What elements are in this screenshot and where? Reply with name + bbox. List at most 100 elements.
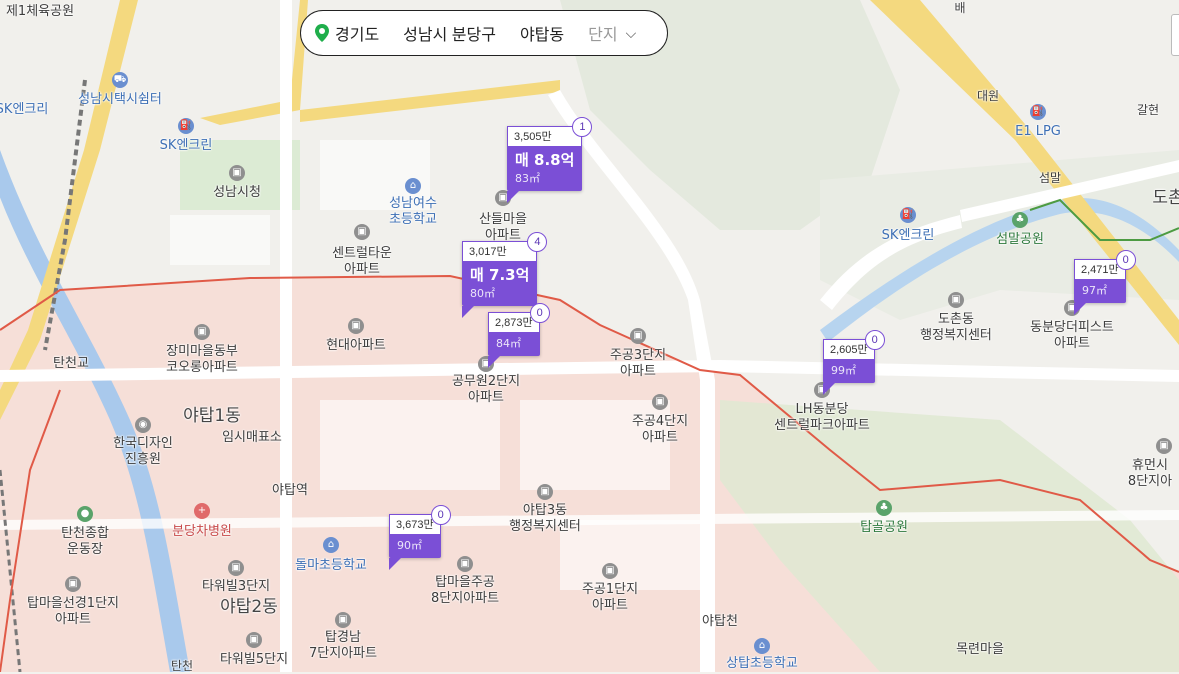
marker-sale-price: 매 7.3억 [470, 266, 530, 284]
marker-sale-price: 매 8.8억 [515, 151, 575, 169]
label-e1: E1 LPG [1015, 124, 1061, 139]
marker-area: 90㎡ [397, 539, 422, 552]
label-taxi-rest: 성남시택시쉼터 [78, 92, 162, 107]
marker-tail [823, 383, 835, 395]
marker-tail [507, 191, 519, 203]
label-seommal-park: 섬말공원 [996, 232, 1044, 247]
label-yatap1dong: 야탑1동 [183, 406, 241, 426]
label-yatap3: 야탑3동 행정복지센터 [509, 503, 581, 534]
marker-area: 97㎡ [1082, 284, 1107, 297]
gas-station-icon: ⛽ [900, 207, 916, 223]
breadcrumb-province[interactable]: 경기도 [335, 21, 379, 45]
marker-area: 99㎡ [831, 364, 856, 377]
breadcrumb: 경기도 성남시 분당구 야탑동 단지 ⌵ [300, 10, 668, 56]
breadcrumb-complex[interactable]: 단지 [588, 21, 617, 45]
label-sangtap-elem: 상탑초등학교 [726, 656, 798, 671]
marker-count: 0 [529, 303, 550, 323]
label-lh: LH동분당 센트럴파크아파트 [774, 402, 870, 433]
breadcrumb-dong[interactable]: 야탑동 [520, 21, 564, 45]
label-tower5: 타워빌5단지 [219, 652, 289, 667]
chevron-down-icon[interactable]: ⌵ [626, 25, 637, 42]
label-sk-gas-1: SK엔크리 [0, 102, 49, 117]
label-gongmuwon: 공무원2단지 아파트 [451, 374, 521, 405]
marker-count: 0 [430, 505, 451, 525]
office-icon: ▣ [537, 484, 553, 500]
park-icon: ♣ [1012, 212, 1028, 228]
label-jugong1: 주공1단지 아파트 [581, 582, 639, 613]
label-mokryeon: 목련마을 [956, 642, 1004, 657]
sports-icon: ● [77, 506, 93, 522]
marker-unit-price: 3,017만 [462, 241, 538, 261]
marker-area: 80㎡ [470, 287, 495, 300]
apartment-icon: ▣ [348, 318, 364, 334]
breadcrumb-city[interactable]: 성남시 분당구 [403, 21, 496, 45]
label-sk-gas-3: SK엔크린 [881, 228, 935, 243]
label-sandeul: 산들마을 아파트 [479, 212, 527, 243]
apartment-icon: ▣ [1156, 438, 1172, 454]
apartment-icon: ▣ [457, 556, 473, 572]
price-marker[interactable]: 2,873만 84㎡ 0 [488, 303, 550, 368]
label-dongbundang: 동분당더피스트 아파트 [1030, 320, 1114, 351]
label-central-town: 센트럴타운 아파트 [332, 246, 392, 277]
office-icon: ▣ [948, 292, 964, 308]
marker-tail [389, 558, 401, 570]
label-design: 한국디자인 진흥원 [113, 436, 173, 467]
label-yatapcheon: 야탑천 [702, 614, 738, 629]
marker-area: 83㎡ [515, 172, 540, 185]
price-marker[interactable]: 2,471만 97㎡ 0 [1074, 250, 1136, 315]
label-cityhall: 성남시청 [213, 185, 261, 200]
gas-station-icon: ⛽ [1030, 104, 1046, 120]
apartment-icon: ▣ [246, 632, 262, 648]
apartment-icon: ▣ [652, 394, 668, 410]
label-seommal: 섬말 [1038, 171, 1062, 185]
gas-station-icon: ⛽ [178, 118, 194, 134]
label-jugong8: 탑마을주공 8단지아파트 [430, 575, 500, 606]
label-jugong4: 주공4단지 아파트 [631, 414, 689, 445]
apartment-icon: ▣ [354, 224, 370, 240]
apartment-icon: ▣ [65, 576, 81, 592]
price-marker[interactable]: 3,673만 90㎡ 0 [389, 505, 451, 570]
label-terminal: 임시매표소 [222, 430, 282, 445]
label-yeosu-elem: 성남여수 초등학교 [389, 196, 437, 227]
label-tower3: 타워빌3단지 [201, 579, 271, 594]
price-marker[interactable]: 3,017만 매 7.3억 80㎡ 4 [462, 232, 548, 318]
label-hyundai: 현대아파트 [326, 338, 386, 353]
label-docheon: 도촌동 행정복지센터 [920, 312, 992, 343]
apartment-icon: ▣ [228, 560, 244, 576]
label-cha-hospital: 분당차병원 [172, 524, 232, 539]
school-icon: ⌂ [405, 178, 421, 194]
label-tapgyeong: 탑경남 7단지아파트 [308, 630, 378, 661]
map-side-button[interactable] [1171, 14, 1179, 56]
marker-tail [1074, 303, 1086, 315]
park-icon: ♣ [876, 500, 892, 516]
marker-count: 0 [1115, 250, 1136, 270]
school-icon: ⌂ [323, 537, 339, 553]
building-icon: ▣ [229, 165, 245, 181]
marker-tail [462, 306, 474, 318]
apartment-icon: ▣ [335, 612, 351, 628]
hospital-icon: + [194, 503, 210, 519]
label-daewon: 대원 [976, 89, 1000, 103]
marker-unit-price: 3,505만 [507, 126, 583, 146]
office-icon: ◉ [135, 417, 151, 433]
label-seongyeong1: 탑마을선경1단지 아파트 [27, 596, 119, 627]
label-tancheon-sports: 탄천종합 운동장 [61, 526, 109, 557]
label-tancheon-bridge: 탄천교 [53, 356, 89, 371]
label-yatap2dong: 야탑2동 [220, 597, 278, 617]
label-sk-gas-2: SK엔크린 [159, 138, 213, 153]
label-jangmi: 장미마을동부 코오롱아파트 [166, 344, 238, 375]
price-marker[interactable]: 2,605만 99㎡ 0 [823, 330, 885, 395]
label-bae: 배 [954, 1, 966, 15]
taxi-icon: ⛟ [112, 72, 128, 88]
school-icon: ⌂ [754, 638, 770, 654]
road-white-3 [280, 0, 292, 672]
label-galhyeon: 갈현 [1136, 103, 1160, 117]
map-canvas[interactable] [0, 0, 1179, 672]
price-marker[interactable]: 3,505만 매 8.8억 83㎡ 1 [507, 117, 593, 203]
label-sports-park: 제1체육공원 [5, 4, 75, 19]
marker-tail [488, 356, 500, 368]
label-docheon-area: 도촌 [1152, 188, 1179, 208]
apartment-icon: ▣ [630, 328, 646, 344]
marker-count: 0 [864, 330, 885, 350]
apartment-icon: ▣ [602, 563, 618, 579]
